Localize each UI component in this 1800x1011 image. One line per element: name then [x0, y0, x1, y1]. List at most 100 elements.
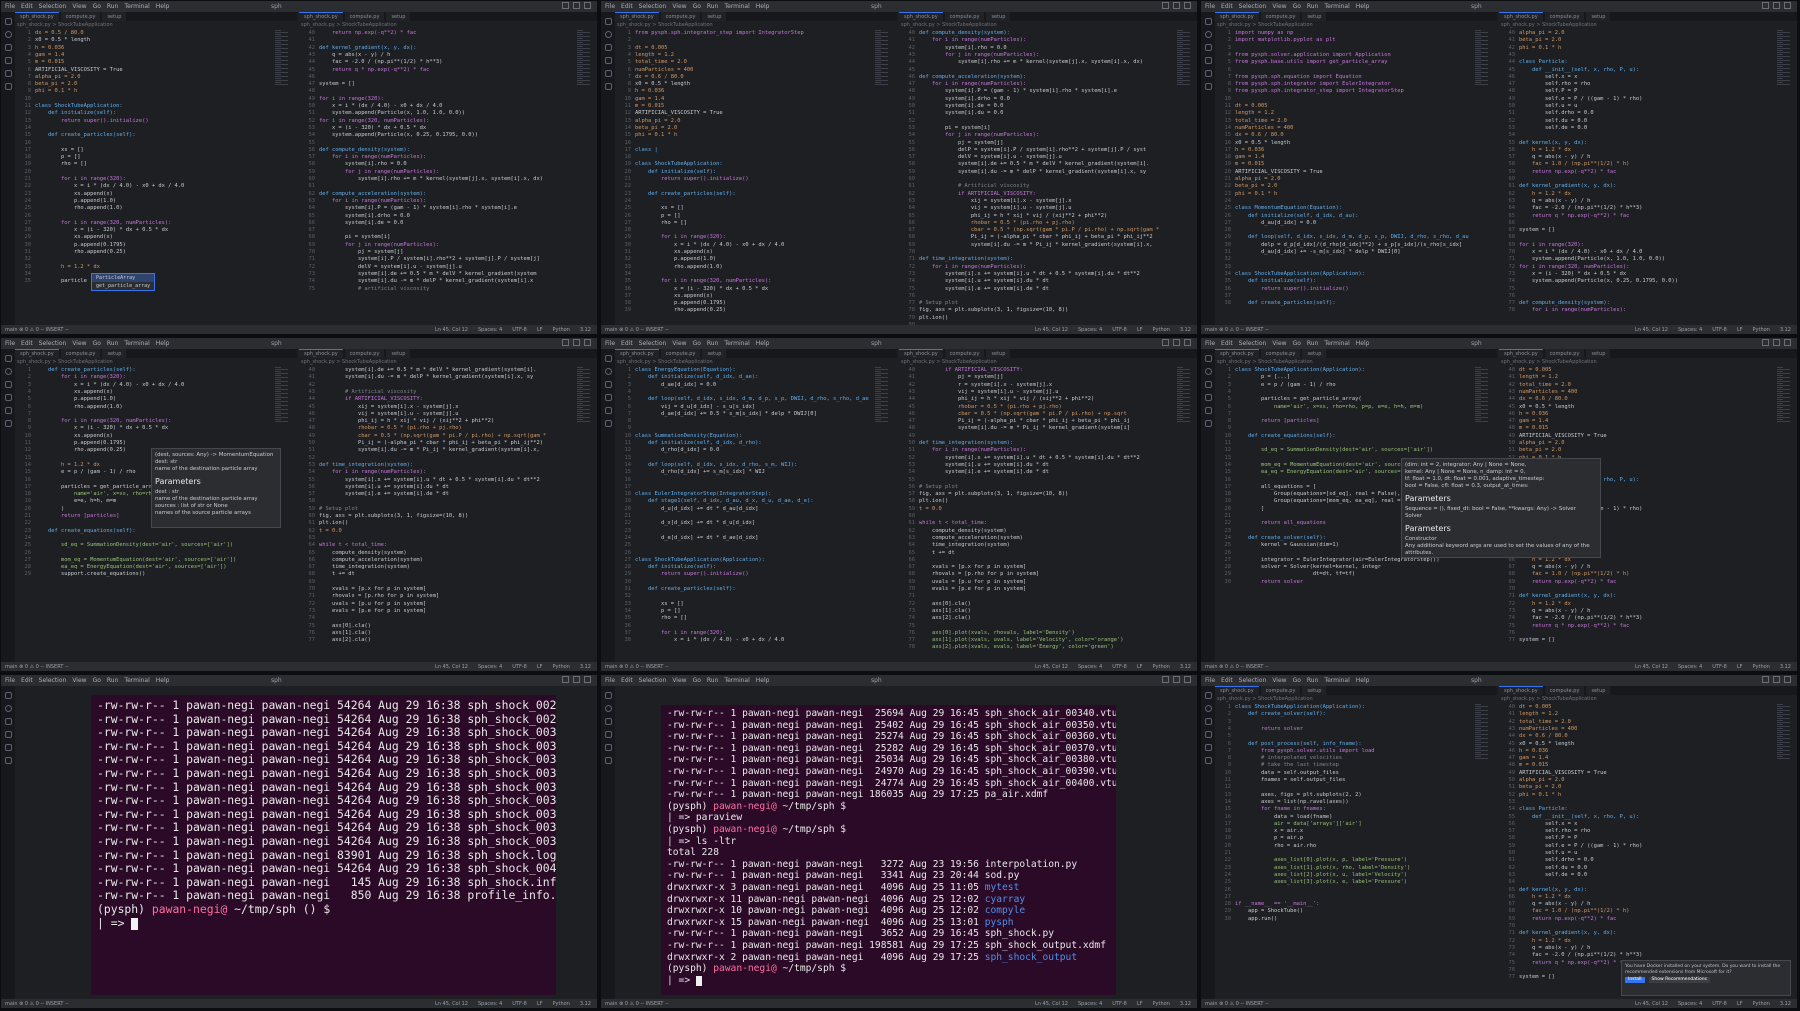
editor-pane-right[interactable]: sph_shock.py compute.py setup sph_shock.py …	[1499, 686, 1797, 999]
status-item[interactable]: Python	[553, 327, 570, 333]
minimize-icon[interactable]	[1762, 2, 1769, 9]
explorer-icon[interactable]	[4, 18, 12, 25]
status-item[interactable]: Python	[1153, 664, 1170, 670]
menu-item[interactable]: Edit	[21, 677, 33, 684]
extensions-icon[interactable]	[604, 744, 612, 751]
menu-item[interactable]: Go	[93, 340, 101, 347]
minimize-icon[interactable]	[562, 2, 569, 9]
editor-tab[interactable]: compute.py	[944, 12, 985, 21]
menu-item[interactable]: Selection	[1239, 340, 1267, 347]
menu-item[interactable]: View	[72, 340, 86, 347]
menu-item[interactable]: Edit	[1221, 677, 1233, 684]
menu-item[interactable]: Terminal	[1324, 677, 1349, 684]
editor-tab[interactable]: setup	[1302, 349, 1327, 358]
code-area[interactable]: 1 class EnergyEquation(Equation): 2 def in…	[615, 367, 897, 662]
menu-item[interactable]: View	[72, 3, 86, 10]
editor-tab[interactable]: setup	[1586, 12, 1611, 21]
menu-item[interactable]: Run	[1307, 3, 1319, 10]
menu-item[interactable]: Selection	[1239, 3, 1267, 10]
menu-item[interactable]: Terminal	[724, 3, 749, 10]
source-control-icon[interactable]	[4, 381, 12, 388]
editor-tab[interactable]: setup	[986, 12, 1011, 21]
minimize-icon[interactable]	[1762, 676, 1769, 683]
search-icon[interactable]	[604, 31, 612, 38]
menu-item[interactable]: View	[672, 677, 686, 684]
status-left[interactable]: main ⊗ 0 ⚠ 0 -- INSERT --	[5, 664, 69, 670]
maximize-icon[interactable]	[1173, 339, 1180, 346]
code-area[interactable]: 1 class ShockTubeApplication(Application)…	[1215, 704, 1497, 999]
editor-tab[interactable]: compute.py	[660, 12, 701, 21]
menu-item[interactable]: View	[72, 677, 86, 684]
editor-tab[interactable]: setup	[1302, 12, 1327, 21]
editor-tab[interactable]: sph_shock.py	[15, 349, 59, 358]
editor-tab[interactable]: compute.py	[1544, 349, 1585, 358]
editor-tab[interactable]: sph_shock.py	[899, 349, 943, 358]
close-icon[interactable]	[1784, 676, 1791, 683]
status-item[interactable]: Ln 45, Col 12	[435, 327, 468, 333]
editor-tab[interactable]: setup	[702, 349, 727, 358]
status-item[interactable]: UTF-8	[1112, 1001, 1127, 1007]
menu-item[interactable]: Edit	[1221, 340, 1233, 347]
editor-pane-left[interactable]: sph_shock.py compute.py setup sph_shock.py …	[615, 349, 897, 662]
minimap[interactable]	[875, 30, 895, 90]
menu-item[interactable]: Run	[107, 677, 119, 684]
menu-item[interactable]: Terminal	[124, 3, 149, 10]
status-item[interactable]: Python	[1753, 327, 1770, 333]
search-icon[interactable]	[604, 368, 612, 375]
minimap[interactable]	[577, 367, 597, 427]
editor-tab[interactable]: setup	[1586, 349, 1611, 358]
editor-tab[interactable]: sph_shock.py	[1215, 349, 1259, 358]
menu-item[interactable]: Terminal	[724, 340, 749, 347]
menu-item[interactable]: Go	[93, 3, 101, 10]
status-item[interactable]: Ln 45, Col 12	[1035, 664, 1068, 670]
status-item[interactable]: Python	[1753, 664, 1770, 670]
explorer-icon[interactable]	[4, 355, 12, 362]
menu-item[interactable]: Selection	[39, 677, 67, 684]
editor-pane-left[interactable]: sph_shock.py compute.py setup sph_shock.py …	[1215, 686, 1497, 999]
status-left[interactable]: main ⊗ 0 ⚠ 0 -- INSERT --	[1205, 1001, 1269, 1007]
editor-tab[interactable]: compute.py	[1544, 12, 1585, 21]
menu-item[interactable]: File	[5, 3, 15, 10]
status-item[interactable]: Spaces: 4	[1078, 327, 1102, 333]
status-left[interactable]: main ⊗ 0 ⚠ 0 -- INSERT --	[605, 664, 669, 670]
status-item[interactable]: Python	[1753, 1001, 1770, 1007]
minimize-icon[interactable]	[1162, 676, 1169, 683]
status-item[interactable]: Ln 45, Col 12	[1635, 327, 1668, 333]
status-item[interactable]: Python	[1153, 327, 1170, 333]
status-item[interactable]: Ln 45, Col 12	[1035, 1001, 1068, 1007]
editor-tab[interactable]: setup	[1586, 686, 1611, 695]
editor-tab[interactable]: sph_shock.py	[299, 349, 343, 358]
menu-item[interactable]: File	[5, 340, 15, 347]
minimize-icon[interactable]	[1162, 339, 1169, 346]
close-icon[interactable]	[584, 2, 591, 9]
search-icon[interactable]	[1204, 368, 1212, 375]
minimap[interactable]	[1777, 30, 1797, 90]
status-left[interactable]: main ⊗ 0 ⚠ 0 -- INSERT --	[5, 327, 69, 333]
editor-tab[interactable]: compute.py	[60, 12, 101, 21]
minimap[interactable]	[1177, 30, 1197, 90]
explorer-icon[interactable]	[4, 692, 12, 699]
close-icon[interactable]	[1784, 2, 1791, 9]
menu-item[interactable]: Selection	[1239, 677, 1267, 684]
menu-item[interactable]: Selection	[639, 3, 667, 10]
menu-item[interactable]: Help	[1356, 3, 1370, 10]
menu-item[interactable]: View	[672, 3, 686, 10]
menu-item[interactable]: File	[1205, 677, 1215, 684]
close-icon[interactable]	[1184, 676, 1191, 683]
extensions-icon[interactable]	[4, 70, 12, 77]
status-item[interactable]: Ln 45, Col 12	[435, 1001, 468, 1007]
minimap[interactable]	[1777, 367, 1797, 427]
suggestion-item[interactable]: ParticleArray	[92, 274, 155, 282]
explorer-icon[interactable]	[604, 355, 612, 362]
status-item[interactable]: Spaces: 4	[1078, 664, 1102, 670]
menu-item[interactable]: Help	[156, 340, 170, 347]
menu-item[interactable]: Run	[707, 677, 719, 684]
minimap[interactable]	[1475, 367, 1495, 427]
editor-tab[interactable]: sph_shock.py	[1499, 12, 1543, 21]
status-item[interactable]: 3.12	[580, 327, 591, 333]
status-item[interactable]: Ln 45, Col 12	[1035, 327, 1068, 333]
maximize-icon[interactable]	[1773, 676, 1780, 683]
status-item[interactable]: Ln 45, Col 12	[1635, 664, 1668, 670]
source-control-icon[interactable]	[604, 44, 612, 51]
source-control-icon[interactable]	[604, 718, 612, 725]
